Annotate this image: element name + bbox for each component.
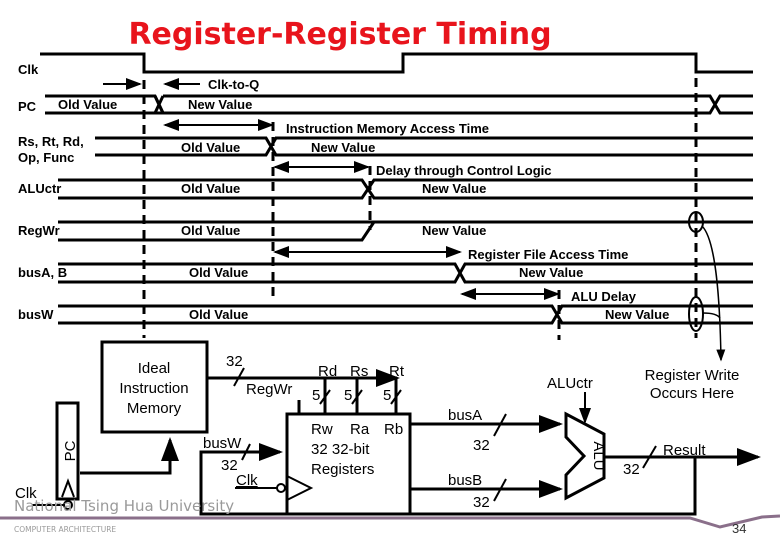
- imem-access-label: Instruction Memory Access Time: [286, 121, 489, 136]
- label-aluctr: ALUctr: [18, 181, 61, 196]
- regfile-access-label: Register File Access Time: [468, 247, 628, 262]
- pc-old-value: Old Value: [58, 97, 117, 112]
- label-inst-2: Op, Func: [18, 150, 74, 165]
- page-title: Register-Register Timing: [128, 17, 551, 52]
- aluctr-old-value: Old Value: [181, 181, 240, 196]
- pc-waveform: [45, 94, 753, 115]
- reg-write-arrow: [701, 225, 726, 362]
- label-regwr: RegWr: [18, 223, 60, 238]
- inst-new-value: New Value: [311, 140, 375, 155]
- pc-new-value: New Value: [188, 97, 252, 112]
- control-delay-label: Delay through Control Logic: [376, 163, 552, 178]
- inst-bus-width: 32: [226, 353, 243, 370]
- busw-new-value: New Value: [605, 307, 669, 322]
- rw-port-label: Rw: [311, 421, 333, 438]
- alu-delay-label: ALU Delay: [571, 289, 637, 304]
- clk-to-q-label: Clk-to-Q: [208, 77, 259, 92]
- rs-label: Rs: [350, 363, 368, 380]
- busab-old-value: Old Value: [189, 265, 248, 280]
- busb-width: 32: [473, 494, 490, 511]
- regwr-waveform: [58, 220, 753, 242]
- regfile-clock-triangle: [286, 475, 314, 501]
- busb-label: busB: [448, 472, 482, 489]
- regwr-new-value: New Value: [422, 223, 486, 238]
- rt-width: 5: [383, 387, 391, 404]
- reg-write-note-1: Register Write: [645, 367, 740, 384]
- busa-label: busA: [448, 407, 482, 424]
- pc-to-imem-wire: [80, 437, 179, 475]
- regfile-label-1: 32 32-bit: [311, 441, 370, 458]
- busab-new-value: New Value: [519, 265, 583, 280]
- aluctr-waveform: [58, 178, 753, 200]
- busw-width: 32: [221, 457, 238, 474]
- label-pc: PC: [18, 99, 37, 114]
- pc-register-label: PC: [62, 440, 79, 461]
- busa-width: 32: [473, 437, 490, 454]
- footer-university: National Tsing Hua University: [14, 497, 234, 515]
- regfile-label-2: Registers: [311, 461, 374, 478]
- label-busab: busA, B: [18, 265, 67, 280]
- reg-write-note-2: Occurs Here: [650, 385, 734, 402]
- busw-old-value: Old Value: [189, 307, 248, 322]
- busw-datapath-label: busW: [203, 435, 242, 452]
- inst-old-value: Old Value: [181, 140, 240, 155]
- result-label: Result: [663, 442, 706, 459]
- label-inst-1: Rs, Rt, Rd,: [18, 134, 84, 149]
- busw-link-curve: [702, 312, 721, 319]
- regwr-datapath-label: RegWr: [246, 381, 292, 398]
- label-clk: Clk: [18, 62, 39, 77]
- imem-label-1: Ideal: [138, 360, 171, 377]
- pc-clock-triangle: [61, 478, 75, 498]
- ra-port-label: Ra: [350, 421, 370, 438]
- rb-port-label: Rb: [384, 421, 403, 438]
- rs-width: 5: [344, 387, 352, 404]
- aluctr-new-value: New Value: [422, 181, 486, 196]
- regfile-clk-label: Clk: [236, 472, 258, 489]
- footer-course: COMPUTER ARCHITECTURE: [14, 525, 116, 534]
- regfile-clock-bubble: [276, 483, 286, 493]
- imem-label-2: Instruction: [119, 380, 188, 397]
- regwr-old-value: Old Value: [181, 223, 240, 238]
- footer-bar: [0, 514, 780, 529]
- label-busw: busW: [18, 307, 54, 322]
- busab-waveform: [58, 262, 753, 284]
- timing-diagram: Register-Register Timing Clk PC Rs, Rt, …: [0, 17, 780, 536]
- rd-width: 5: [312, 387, 320, 404]
- rt-label: Rt: [389, 363, 405, 380]
- aluctr-datapath-label: ALUctr: [547, 375, 593, 392]
- result-width: 32: [623, 461, 640, 478]
- imem-label-3: Memory: [127, 400, 182, 417]
- rd-label: Rd: [318, 363, 337, 380]
- clk-waveform: [40, 52, 753, 74]
- page-number: 34: [732, 521, 746, 536]
